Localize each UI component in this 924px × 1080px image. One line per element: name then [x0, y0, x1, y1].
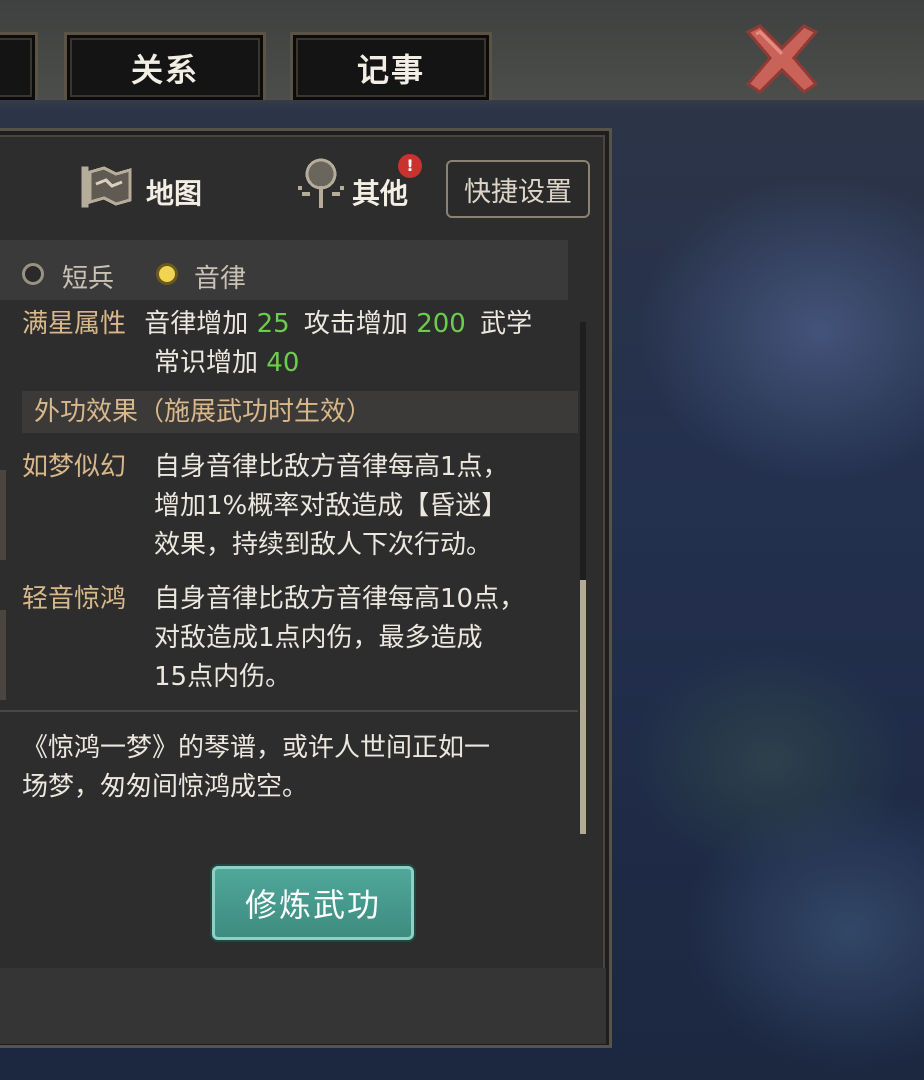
external-effect-header: 外功效果（施展武功时生效）: [34, 397, 373, 427]
skill-detail-scroll[interactable]: 满星属性 音律增加 25 攻击增加 200 武学 常识增加 40 外功效果（施展…: [0, 303, 578, 831]
other-label[interactable]: 其他: [352, 172, 408, 212]
effect-desc-line: 自身音律比敌方音律每高1点，: [154, 452, 509, 482]
filter-label-short-weapon[interactable]: 短兵: [62, 258, 114, 295]
scrollbar-thumb[interactable]: [580, 580, 586, 834]
effect-desc-line: 增加1%概率对敌造成【昏迷】: [154, 491, 508, 521]
tab-relations[interactable]: 关系: [64, 32, 266, 100]
quick-settings-button[interactable]: 快捷设置: [446, 160, 590, 218]
notification-badge: !: [398, 154, 422, 178]
full-attr-line2: 常识增加 40: [154, 348, 300, 378]
effect-name: 如梦似幻: [22, 452, 127, 482]
description-line: 《惊鸿一梦》的琴谱，或许人世间正如一: [22, 733, 491, 763]
other-icon[interactable]: [294, 156, 348, 212]
effect-desc-line: 对敌造成1点内伤，最多造成: [154, 623, 483, 653]
filter-radio-short-weapon[interactable]: [22, 263, 44, 285]
effect-desc-line: 15点内伤。: [154, 662, 292, 692]
effect-name: 轻音惊鸿: [22, 584, 127, 614]
filter-radio-music[interactable]: [156, 263, 178, 285]
effect-desc-line: 自身音律比敌方音律每高10点，: [154, 584, 526, 614]
tab-partial[interactable]: [0, 32, 38, 100]
full-attr-line1: 满星属性 音律增加 25 攻击增加 200 武学: [22, 309, 533, 339]
effect-desc-line: 效果，持续到敌人下次行动。: [154, 530, 493, 560]
description-line: 场梦，匆匆间惊鸿成空。: [22, 772, 309, 802]
map-icon[interactable]: [80, 164, 136, 210]
panel-footer: [0, 968, 606, 1044]
close-icon[interactable]: [742, 22, 820, 96]
divider: [0, 710, 578, 712]
filter-label-music[interactable]: 音律: [194, 258, 246, 295]
train-skill-button[interactable]: 修炼武功: [212, 866, 414, 940]
map-label[interactable]: 地图: [146, 172, 202, 212]
tab-journal[interactable]: 记事: [290, 32, 492, 100]
